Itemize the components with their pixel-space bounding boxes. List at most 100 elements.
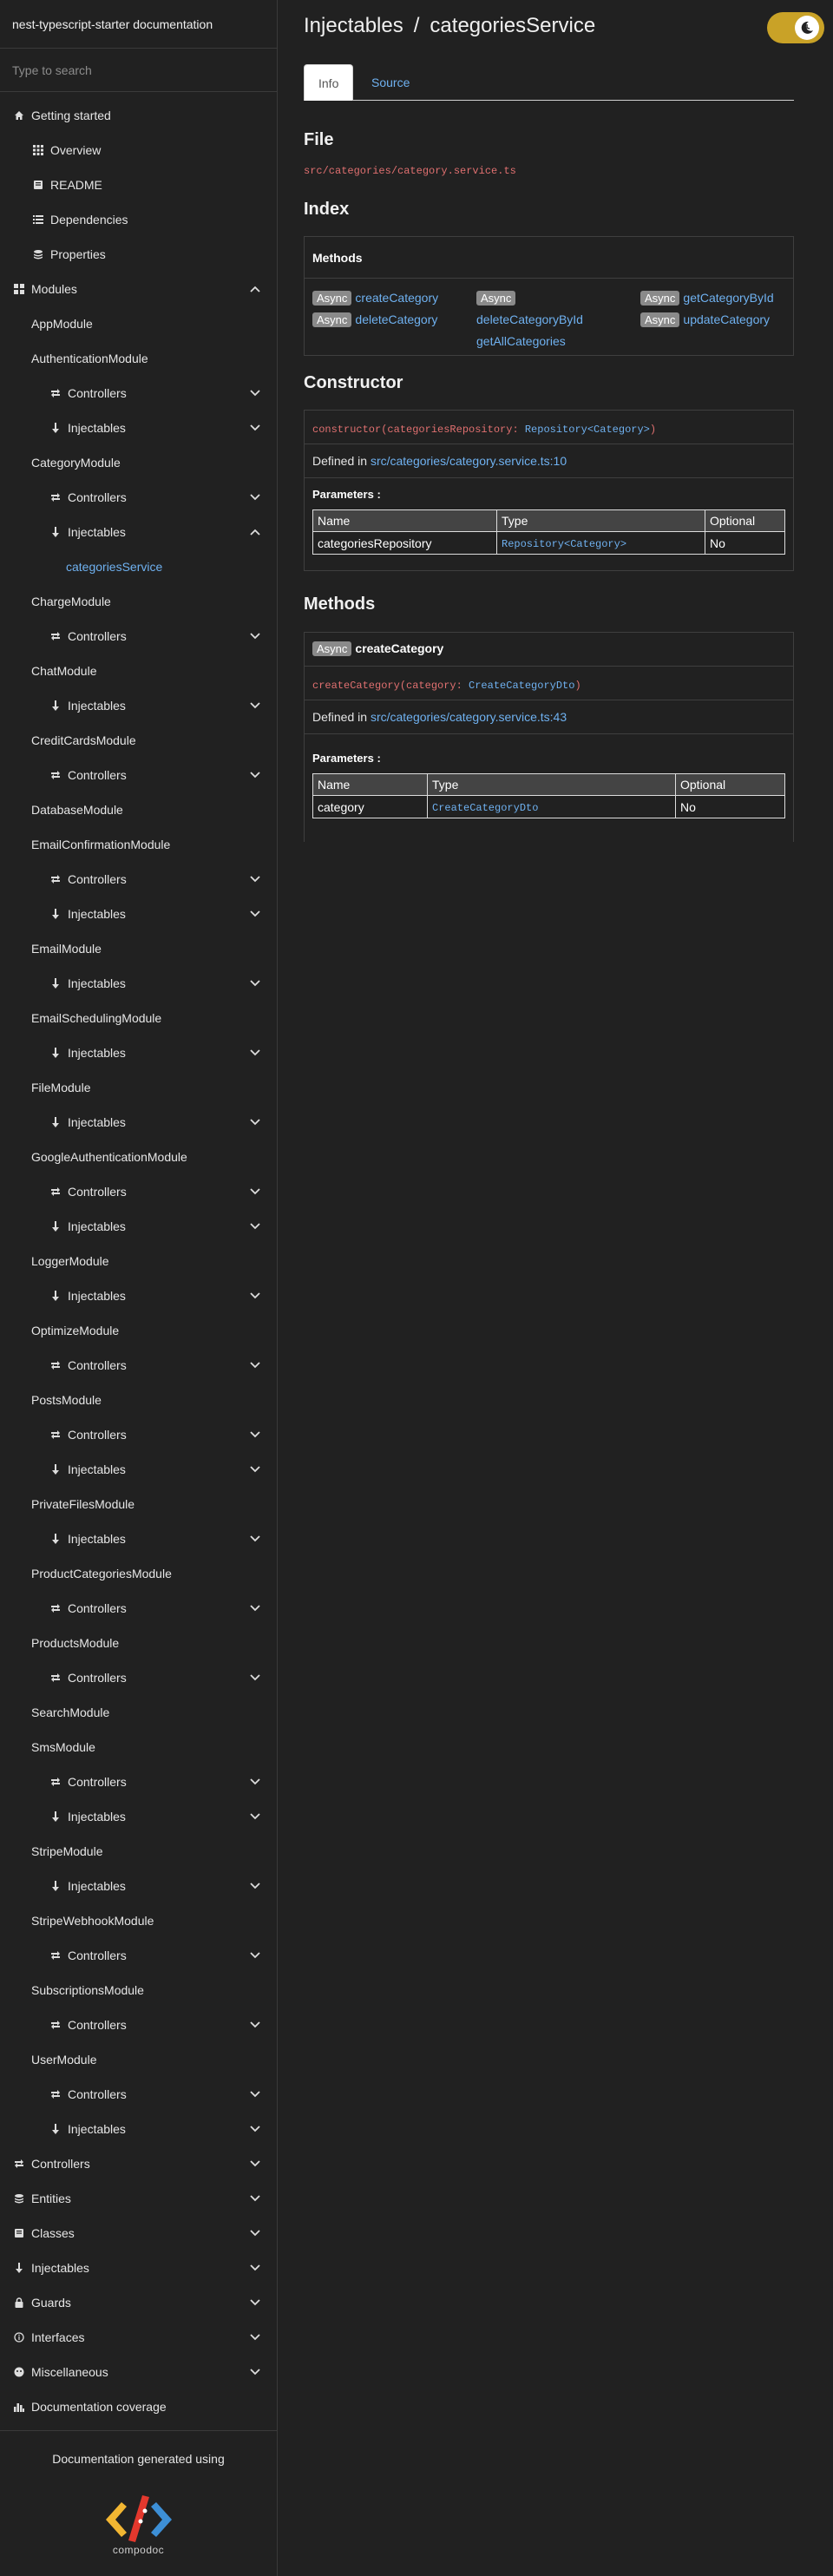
sidebar-item-searchmodule[interactable]: SearchModule xyxy=(0,1695,277,1730)
sidebar-item-controllers[interactable]: Controllers xyxy=(0,619,277,654)
method-link[interactable]: deleteCategory xyxy=(355,312,437,326)
sidebar-item-postsmodule[interactable]: PostsModule xyxy=(0,1383,277,1417)
sidebar-item-overview[interactable]: Overview xyxy=(0,133,277,168)
chevron-down-icon[interactable] xyxy=(249,2123,261,2135)
sidebar-item-smsmodule[interactable]: SmsModule xyxy=(0,1730,277,1764)
sidebar-item-controllers[interactable]: Controllers xyxy=(0,1660,277,1695)
index-method-item[interactable]: deleteCategoryById xyxy=(476,312,583,326)
chevron-down-icon[interactable] xyxy=(249,2262,261,2274)
chevron-down-icon[interactable] xyxy=(249,2331,261,2343)
chevron-down-icon[interactable] xyxy=(249,630,261,642)
chevron-down-icon[interactable] xyxy=(249,1776,261,1788)
sidebar-item-guards[interactable]: Guards xyxy=(0,2285,277,2320)
chevron-down-icon[interactable] xyxy=(249,1463,261,1475)
sidebar-item-categoriesservice[interactable]: categoriesService xyxy=(0,549,277,584)
sidebar-item-chatmodule[interactable]: ChatModule xyxy=(0,654,277,688)
method-link[interactable]: getAllCategories xyxy=(476,334,566,348)
source-link[interactable]: src/categories/category.service.ts:43 xyxy=(371,710,567,724)
chevron-up-icon[interactable] xyxy=(249,283,261,295)
sidebar-item-stripewebhookmodule[interactable]: StripeWebhookModule xyxy=(0,1903,277,1938)
sidebar-item-controllers[interactable]: Controllers xyxy=(0,1348,277,1383)
chevron-down-icon[interactable] xyxy=(249,1047,261,1059)
sidebar-item-creditcardsmodule[interactable]: CreditCardsModule xyxy=(0,723,277,758)
tab-info[interactable]: Info xyxy=(304,64,354,101)
sidebar-item-controllers[interactable]: Controllers xyxy=(0,480,277,515)
sidebar-item-miscellaneous[interactable]: Miscellaneous xyxy=(0,2355,277,2389)
sidebar-item-controllers[interactable]: Controllers xyxy=(0,1938,277,1973)
method-link[interactable]: deleteCategoryById xyxy=(476,312,583,326)
chevron-down-icon[interactable] xyxy=(249,1810,261,1823)
sidebar-item-chargemodule[interactable]: ChargeModule xyxy=(0,584,277,619)
sidebar-item-privatefilesmodule[interactable]: PrivateFilesModule xyxy=(0,1487,277,1521)
sidebar-item-appmodule[interactable]: AppModule xyxy=(0,306,277,341)
chevron-down-icon[interactable] xyxy=(249,908,261,920)
chevron-down-icon[interactable] xyxy=(249,2088,261,2100)
sidebar-item-emailmodule[interactable]: EmailModule xyxy=(0,931,277,966)
sidebar-item-injectables[interactable]: Injectables xyxy=(0,966,277,1001)
sidebar-item-interfaces[interactable]: Interfaces xyxy=(0,2320,277,2355)
sidebar-item-subscriptionsmodule[interactable]: SubscriptionsModule xyxy=(0,1973,277,2008)
sidebar-item-loggermodule[interactable]: LoggerModule xyxy=(0,1244,277,1278)
dark-mode-toggle[interactable] xyxy=(767,12,824,43)
sidebar-item-controllers[interactable]: Controllers xyxy=(0,2077,277,2112)
sidebar-item-controllers[interactable]: Controllers xyxy=(0,758,277,792)
sidebar-item-injectables[interactable]: Injectables xyxy=(0,411,277,445)
chevron-down-icon[interactable] xyxy=(249,422,261,434)
sidebar-item-injectables[interactable]: Injectables xyxy=(0,2112,277,2146)
method-link[interactable]: updateCategory xyxy=(683,312,770,326)
chevron-down-icon[interactable] xyxy=(249,1116,261,1128)
method-link[interactable]: getCategoryById xyxy=(683,291,773,305)
sidebar-item-entities[interactable]: Entities xyxy=(0,2181,277,2216)
chevron-down-icon[interactable] xyxy=(249,1429,261,1441)
chevron-down-icon[interactable] xyxy=(249,491,261,503)
chevron-down-icon[interactable] xyxy=(249,2192,261,2205)
sidebar-item-classes[interactable]: Classes xyxy=(0,2216,277,2251)
sidebar-item-googleauthenticationmodule[interactable]: GoogleAuthenticationModule xyxy=(0,1140,277,1174)
sidebar-item-stripemodule[interactable]: StripeModule xyxy=(0,1834,277,1869)
chevron-down-icon[interactable] xyxy=(249,769,261,781)
sidebar-item-controllers[interactable]: Controllers xyxy=(0,1591,277,1626)
index-method-item[interactable]: Async getCategoryById xyxy=(640,291,774,306)
sidebar-item-injectables[interactable]: Injectables xyxy=(0,897,277,931)
docs-title[interactable]: nest-typescript-starter documentation xyxy=(0,0,277,49)
sidebar-item-controllers[interactable]: Controllers xyxy=(0,2146,277,2181)
chevron-up-icon[interactable] xyxy=(249,526,261,538)
index-method-item[interactable]: Async deleteCategory xyxy=(312,312,437,327)
index-method-item[interactable]: Async updateCategory xyxy=(640,312,770,327)
sidebar-item-injectables[interactable]: Injectables xyxy=(0,1209,277,1244)
chevron-down-icon[interactable] xyxy=(249,2019,261,2031)
chevron-down-icon[interactable] xyxy=(249,1186,261,1198)
sidebar-item-documentation-coverage[interactable]: Documentation coverage xyxy=(0,2389,277,2424)
sidebar-item-readme[interactable]: README xyxy=(0,168,277,202)
chevron-down-icon[interactable] xyxy=(249,2297,261,2309)
chevron-down-icon[interactable] xyxy=(249,1602,261,1614)
chevron-down-icon[interactable] xyxy=(249,873,261,885)
chevron-down-icon[interactable] xyxy=(249,1359,261,1371)
sidebar-item-injectables[interactable]: Injectables xyxy=(0,688,277,723)
sidebar-item-usermodule[interactable]: UserModule xyxy=(0,2042,277,2077)
sidebar-item-controllers[interactable]: Controllers xyxy=(0,1764,277,1799)
chevron-down-icon[interactable] xyxy=(249,2158,261,2170)
sidebar-item-injectables[interactable]: Injectables xyxy=(0,1799,277,1834)
sidebar-item-controllers[interactable]: Controllers xyxy=(0,1174,277,1209)
method-link[interactable]: createCategory xyxy=(355,291,438,305)
sidebar-item-injectables[interactable]: Injectables xyxy=(0,1521,277,1556)
source-link[interactable]: src/categories/category.service.ts:10 xyxy=(371,454,567,468)
sidebar-item-productsmodule[interactable]: ProductsModule xyxy=(0,1626,277,1660)
search-input[interactable] xyxy=(12,63,265,77)
chevron-down-icon[interactable] xyxy=(249,1880,261,1892)
sidebar-item-optimizemodule[interactable]: OptimizeModule xyxy=(0,1313,277,1348)
chevron-down-icon[interactable] xyxy=(249,387,261,399)
chevron-down-icon[interactable] xyxy=(249,2366,261,2378)
chevron-down-icon[interactable] xyxy=(249,700,261,712)
sidebar-item-categorymodule[interactable]: CategoryModule xyxy=(0,445,277,480)
sidebar-item-dependencies[interactable]: Dependencies xyxy=(0,202,277,237)
sidebar-item-injectables[interactable]: Injectables xyxy=(0,1869,277,1903)
chevron-down-icon[interactable] xyxy=(249,1672,261,1684)
sidebar-item-databasemodule[interactable]: DatabaseModule xyxy=(0,792,277,827)
chevron-down-icon[interactable] xyxy=(249,977,261,989)
sidebar-item-controllers[interactable]: Controllers xyxy=(0,376,277,411)
chevron-down-icon[interactable] xyxy=(249,2227,261,2239)
sidebar-item-modules[interactable]: Modules xyxy=(0,272,277,306)
sidebar-item-getting-started[interactable]: Getting started xyxy=(0,98,277,133)
